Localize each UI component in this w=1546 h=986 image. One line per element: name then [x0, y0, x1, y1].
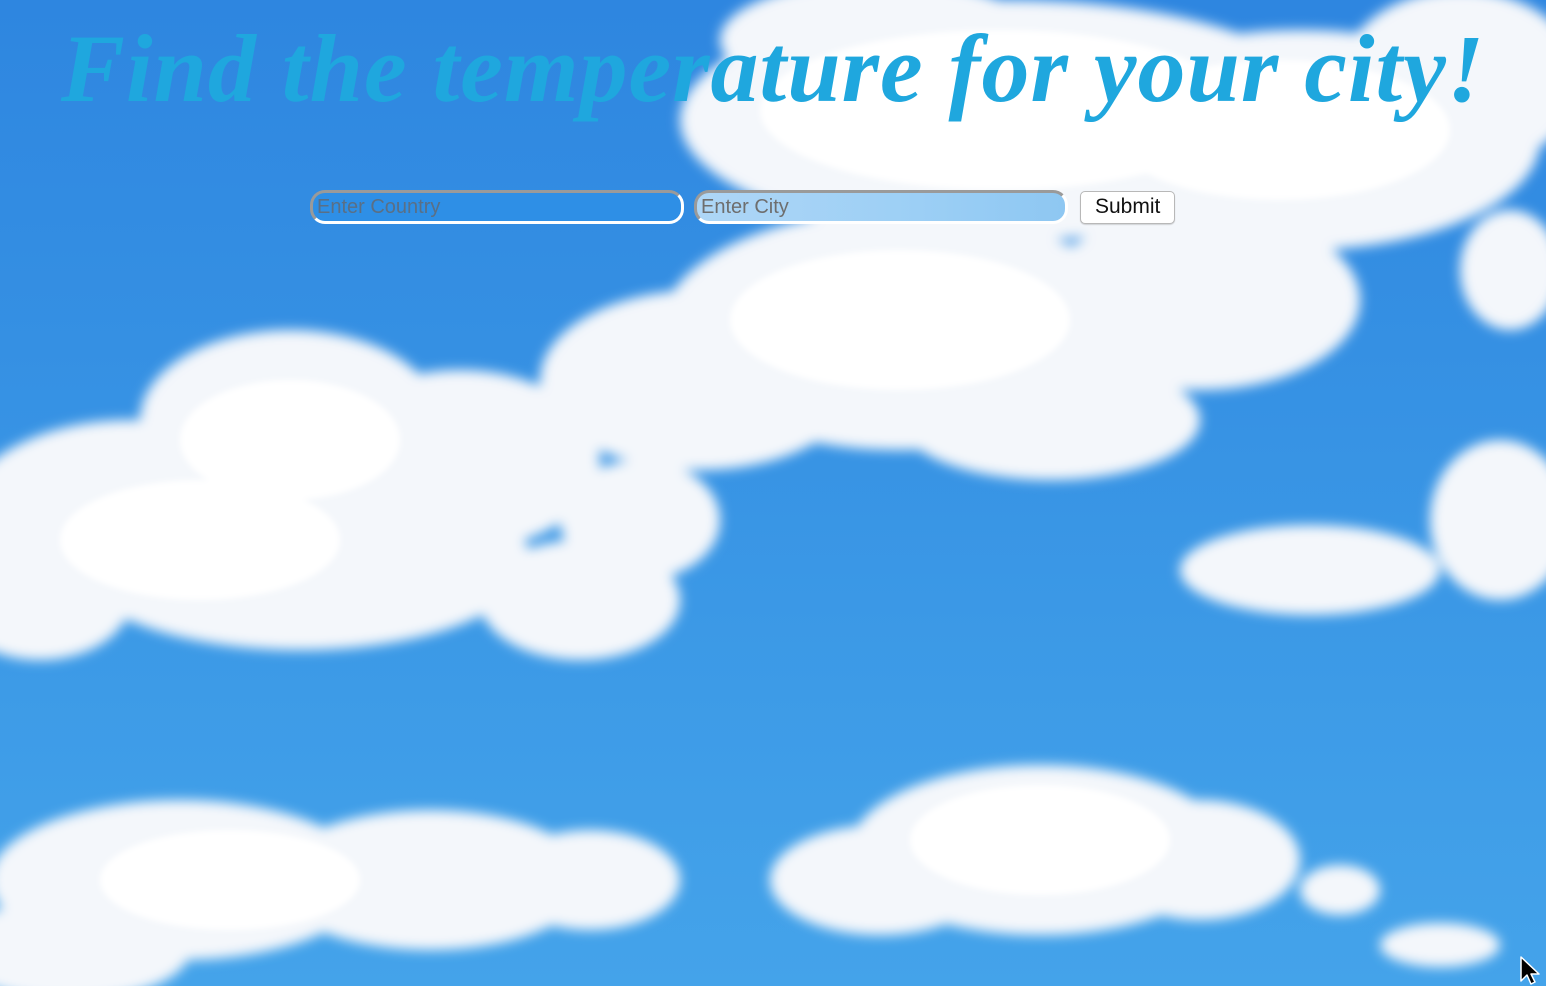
submit-button[interactable]: Submit: [1080, 190, 1176, 224]
sky-background-image: [0, 0, 1546, 986]
city-search-form: Submit: [310, 188, 1176, 226]
city-input[interactable]: [694, 190, 1068, 224]
country-input[interactable]: [310, 190, 684, 224]
page-title: Find the temperature for your city!: [60, 15, 1486, 122]
mouse-pointer-icon: [1520, 956, 1540, 985]
